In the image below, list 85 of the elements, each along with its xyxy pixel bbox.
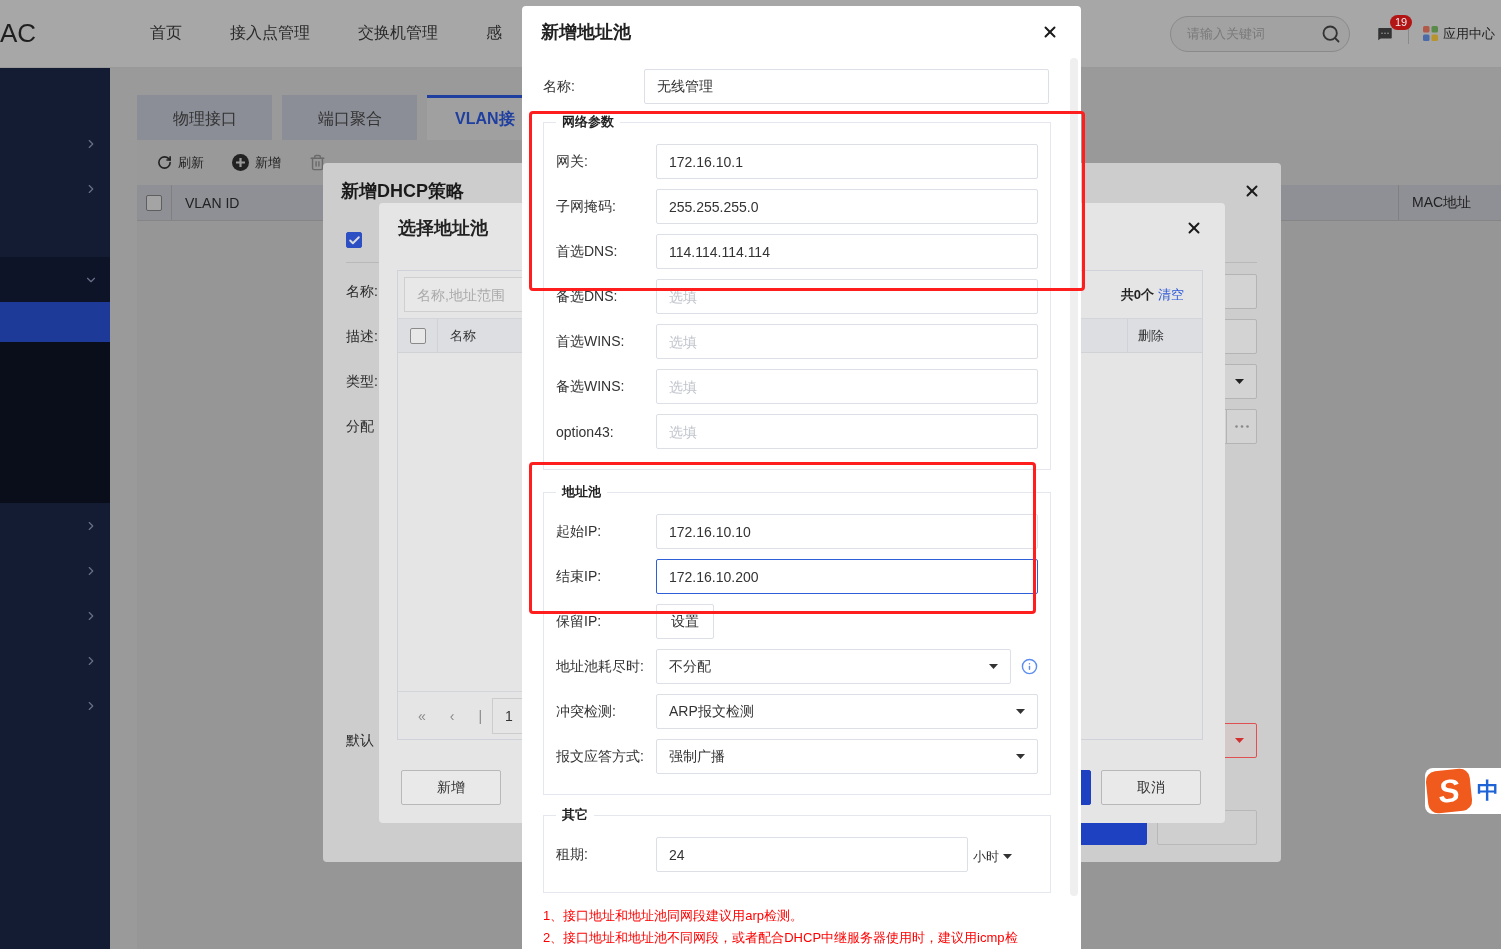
ime-mode: 中: [1477, 777, 1499, 805]
caret-icon: [1016, 754, 1025, 759]
message-count: 19: [1390, 14, 1413, 30]
field-label: 保留IP:: [556, 612, 603, 631]
field-label: 子网掩码:: [556, 197, 617, 216]
column-header: 删除: [1127, 319, 1202, 352]
tab[interactable]: 物理接口: [137, 95, 272, 140]
cancel-button[interactable]: 取消: [1101, 770, 1201, 805]
text-field[interactable]: 选填: [656, 324, 1038, 359]
selected-count: 共0个: [1120, 285, 1154, 304]
field-label: 结束IP:: [556, 567, 603, 586]
field-label: 地址池耗尽时:: [556, 657, 645, 676]
text-field[interactable]: 选填: [656, 279, 1038, 314]
checkbox[interactable]: [409, 327, 426, 344]
ime-logo: S: [1424, 767, 1474, 815]
field-label: 分配: [346, 417, 374, 436]
text-field[interactable]: 选填: [656, 414, 1038, 449]
field-label: 名称:: [543, 77, 576, 96]
field-label: 默认: [346, 731, 374, 750]
field-label: 名称:: [346, 282, 378, 301]
column-header: 名称: [449, 326, 477, 345]
caret-icon: [1016, 709, 1025, 714]
column-header: VLAN ID: [184, 193, 241, 213]
field-label: option43:: [556, 423, 615, 440]
clear-link[interactable]: 清空: [1158, 285, 1184, 304]
field-label: 租期:: [556, 845, 589, 864]
plus-circle-icon: [232, 154, 249, 171]
nav-item[interactable]: 接入点管理: [230, 23, 310, 44]
name-field[interactable]: 无线管理: [644, 69, 1049, 104]
section-title: 地址池: [556, 483, 607, 501]
note-text: 2、接口地址和地址池不同网段，或者配合DHCP中继服务器使用时，建议用icmp检: [543, 929, 1019, 947]
nav-item[interactable]: 首页: [150, 23, 182, 44]
checkbox[interactable]: [346, 232, 362, 248]
unit-select[interactable]: 小时: [973, 843, 1012, 866]
add-button[interactable]: 新增: [401, 770, 501, 805]
search-icon[interactable]: [1321, 23, 1341, 44]
toolbar-button[interactable]: 刷新: [157, 153, 204, 172]
dialog-title: 新增DHCP策略: [341, 179, 464, 203]
nav-item[interactable]: 感: [486, 23, 502, 44]
caret-icon: [1235, 738, 1244, 743]
refresh-icon: [157, 155, 172, 170]
select-field[interactable]: 强制广播: [656, 739, 1038, 774]
text-field[interactable]: 114.114.114.114: [656, 234, 1038, 269]
info-icon[interactable]: [1021, 658, 1038, 675]
caret-icon: [989, 664, 998, 669]
nav-item[interactable]: 交换机管理: [358, 23, 438, 44]
field-label: 网关:: [556, 152, 589, 171]
field-label: 类型:: [346, 372, 378, 391]
tab[interactable]: 端口聚合: [282, 95, 417, 140]
close-button[interactable]: [1041, 23, 1059, 41]
text-field[interactable]: 172.16.10.1: [656, 144, 1038, 179]
column-header: MAC地址: [1398, 185, 1501, 220]
toolbar-button[interactable]: 新增: [232, 153, 281, 172]
settings-button[interactable]: 设置: [656, 604, 714, 639]
note-text: 1、接口地址和地址池同网段建议用arp检测。: [543, 907, 805, 925]
dialog-title: 选择地址池: [398, 217, 488, 240]
ellipsis-icon: [1234, 425, 1249, 428]
menu-item[interactable]: [0, 257, 110, 302]
app-center-button[interactable]: 应用中心: [1423, 24, 1495, 43]
logo: AC: [0, 18, 38, 49]
field-label: 描述:: [346, 327, 378, 346]
text-field[interactable]: 选填: [656, 369, 1038, 404]
select-field[interactable]: 不分配: [656, 649, 1011, 684]
text-field[interactable]: 172.16.10.200: [656, 559, 1038, 594]
apps-icon: [1423, 26, 1438, 41]
field-label: 首选DNS:: [556, 242, 619, 261]
submenu-item[interactable]: [0, 302, 110, 342]
text-field[interactable]: 255.255.255.0: [656, 189, 1038, 224]
dialog-title: 新增地址池: [541, 21, 631, 44]
select-field[interactable]: ARP报文检测: [656, 694, 1038, 729]
close-button[interactable]: [1185, 219, 1203, 237]
trash-icon: [309, 154, 326, 171]
field-label: 备选WINS:: [556, 377, 626, 396]
scrollbar[interactable]: [1070, 58, 1078, 896]
field-label: 报文应答方式:: [556, 747, 645, 766]
field-label: 首选WINS:: [556, 332, 626, 351]
caret-icon: [1003, 854, 1012, 859]
caret-icon: [1235, 379, 1244, 384]
text-field[interactable]: 172.16.10.10: [656, 514, 1038, 549]
text-field[interactable]: 24: [656, 837, 968, 872]
checkbox[interactable]: [146, 194, 162, 211]
field-label: 起始IP:: [556, 522, 603, 541]
field-label: 冲突检测:: [556, 702, 617, 721]
section-title: 其它: [556, 806, 594, 824]
tab[interactable]: VLAN接: [427, 95, 523, 140]
